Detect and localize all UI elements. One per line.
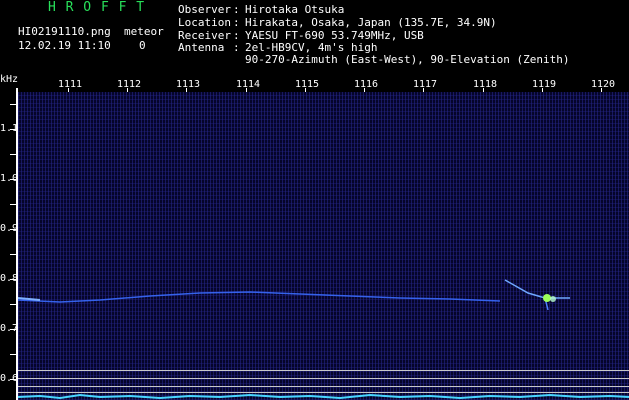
meteor-streak (504, 279, 570, 299)
carrier-trace-line (17, 291, 501, 303)
hrofft-screen: H R O F F T HI02191110.png meteor 12.02.… (0, 0, 629, 400)
signal-trace (17, 279, 629, 400)
meteor-head (543, 294, 551, 302)
meteor-glow (550, 296, 556, 302)
noise-floor (17, 393, 629, 400)
